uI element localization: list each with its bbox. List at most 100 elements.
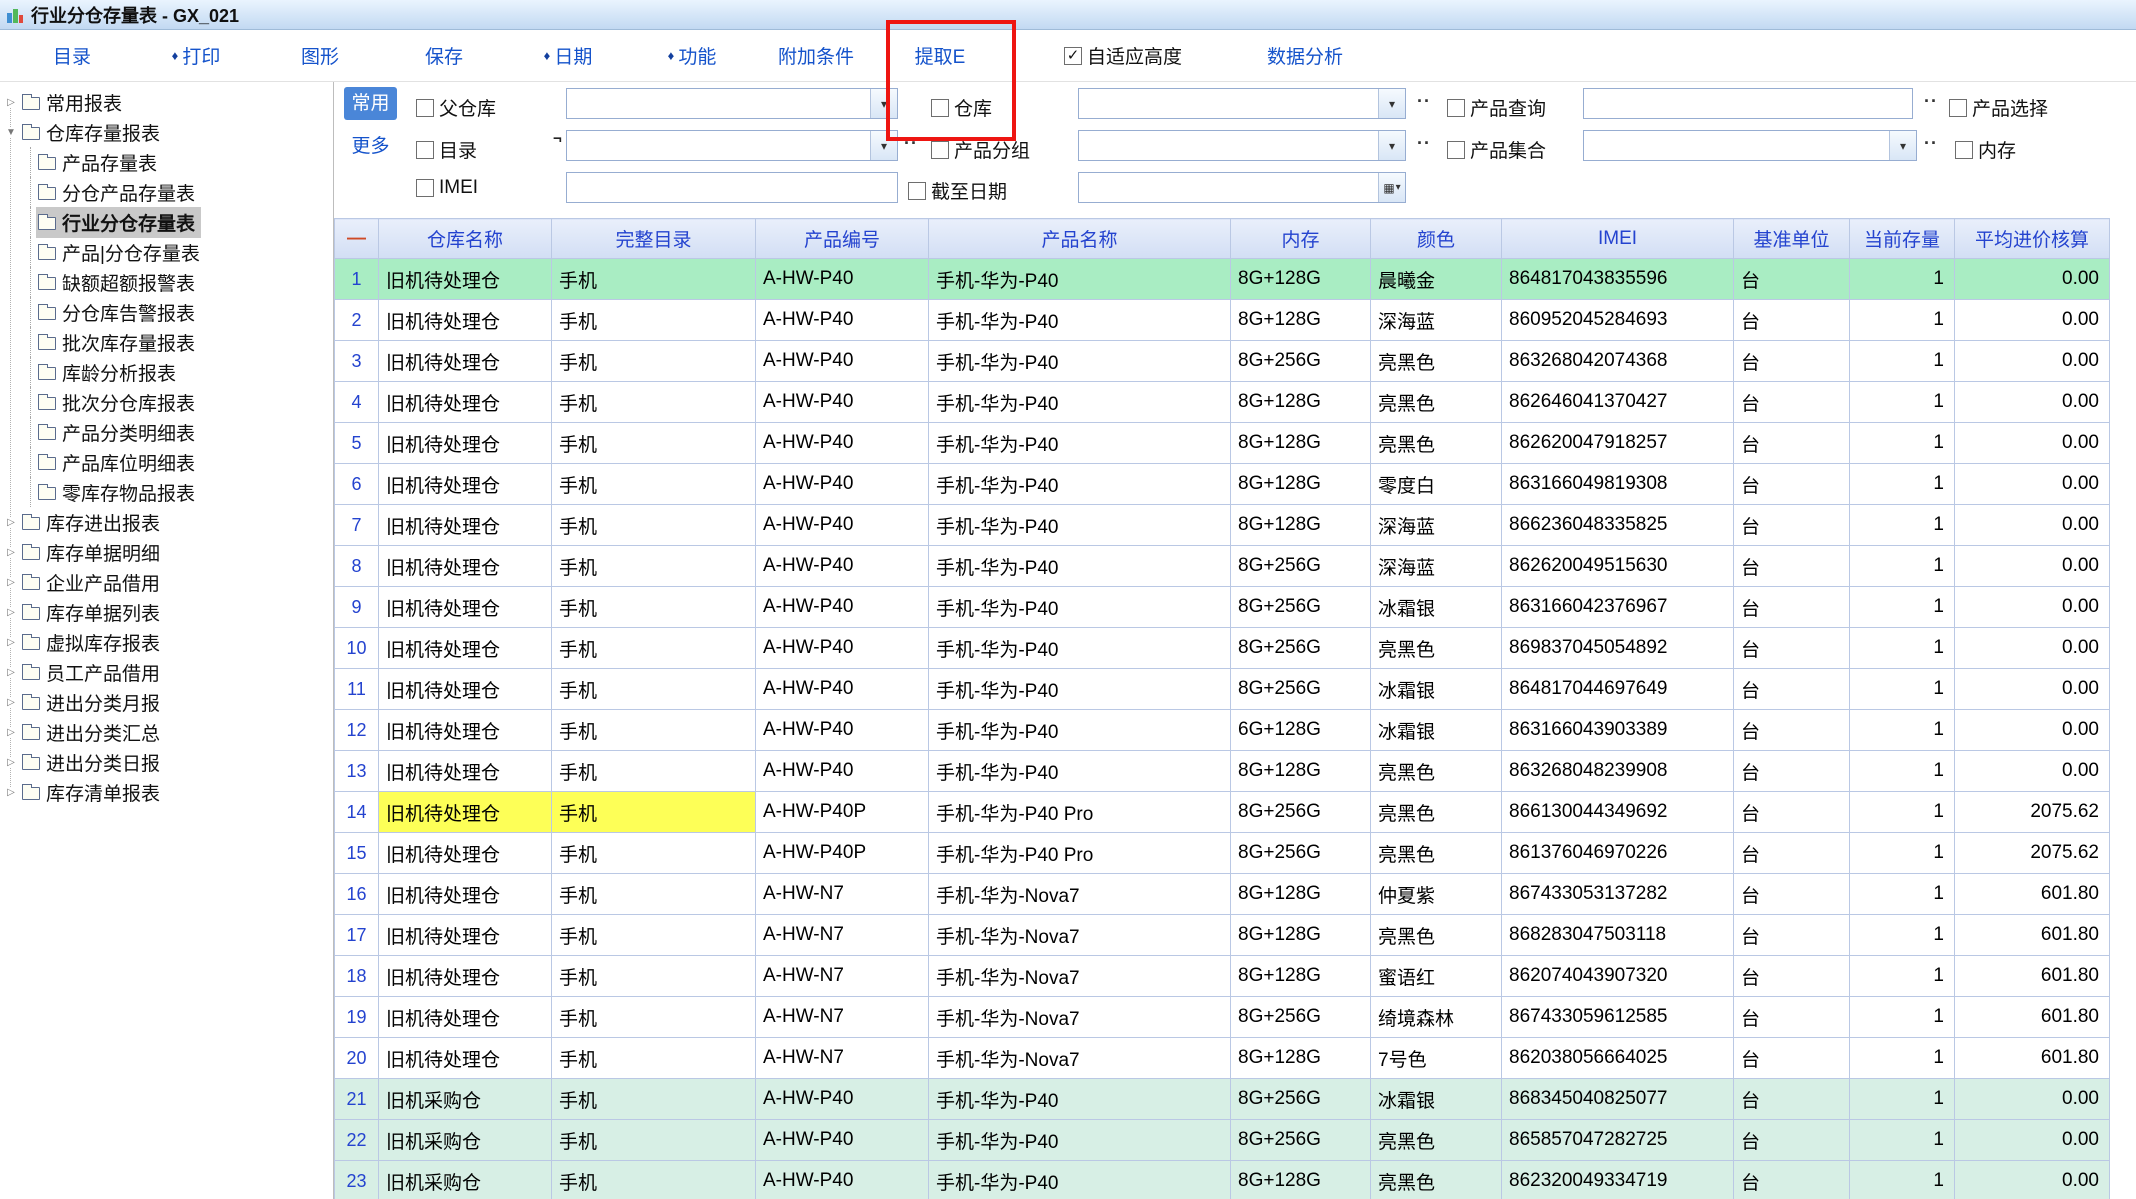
- sidebar-item[interactable]: ▷企业产品借用: [0, 567, 333, 597]
- expand-closed-icon[interactable]: ▷: [2, 517, 20, 528]
- toolbar-functions[interactable]: ♦功能: [636, 42, 748, 69]
- table-row[interactable]: 6旧机待处理仓手机A-HW-P40手机-华为-P408G+128G零度白8631…: [335, 464, 2110, 505]
- expand-closed-icon[interactable]: ▷: [2, 727, 20, 738]
- sidebar-item[interactable]: 库龄分析报表: [0, 357, 333, 387]
- sidebar-item[interactable]: 产品存量表: [0, 147, 333, 177]
- table-row[interactable]: 8旧机待处理仓手机A-HW-P40手机-华为-P408G+256G深海蓝8626…: [335, 546, 2110, 587]
- sidebar-item[interactable]: 产品|分仓存量表: [0, 237, 333, 267]
- expand-closed-icon[interactable]: ▷: [2, 577, 20, 588]
- sidebar-item[interactable]: 分仓产品存量表: [0, 177, 333, 207]
- end-date-checkbox[interactable]: 截至日期: [908, 177, 1007, 204]
- catalog-combo[interactable]: ▾: [566, 130, 898, 161]
- imei-checkbox[interactable]: IMEI: [416, 177, 478, 199]
- sidebar-item[interactable]: 产品分类明细表: [0, 417, 333, 447]
- sidebar-item[interactable]: 产品库位明细表: [0, 447, 333, 477]
- toolbar-data-analysis[interactable]: 数据分析: [1267, 42, 1343, 69]
- table-row[interactable]: 18旧机待处理仓手机A-HW-N7手机-华为-Nova78G+128G蜜语红86…: [335, 956, 2110, 997]
- col-header-row-number[interactable]: —: [335, 219, 379, 259]
- table-row[interactable]: 20旧机待处理仓手机A-HW-N7手机-华为-Nova78G+128G7号色86…: [335, 1038, 2110, 1079]
- memory-checkbox[interactable]: 内存: [1955, 136, 2016, 163]
- table-row[interactable]: 9旧机待处理仓手机A-HW-P40手机-华为-P408G+256G冰霜银8631…: [335, 587, 2110, 628]
- more-tab-button[interactable]: 更多: [344, 130, 397, 163]
- sidebar-item[interactable]: ▷进出分类月报: [0, 687, 333, 717]
- col-header-base-unit[interactable]: 基准单位: [1734, 219, 1850, 259]
- col-header-memory[interactable]: 内存: [1231, 219, 1371, 259]
- product-group-checkbox[interactable]: 产品分组: [931, 136, 1030, 163]
- catalog-checkbox[interactable]: 目录: [416, 136, 477, 163]
- table-row[interactable]: 12旧机待处理仓手机A-HW-P40手机-华为-P406G+128G冰霜银863…: [335, 710, 2110, 751]
- table-row[interactable]: 17旧机待处理仓手机A-HW-N7手机-华为-Nova78G+128G亮黑色86…: [335, 915, 2110, 956]
- common-tab-button[interactable]: 常用: [344, 87, 397, 120]
- table-row[interactable]: 4旧机待处理仓手机A-HW-P40手机-华为-P408G+128G亮黑色8626…: [335, 382, 2110, 423]
- toolbar-graph[interactable]: 图形: [264, 42, 376, 69]
- expand-closed-icon[interactable]: ▷: [2, 787, 20, 798]
- expand-closed-icon[interactable]: ▷: [2, 637, 20, 648]
- toolbar-extract[interactable]: 提取E: [884, 42, 996, 69]
- table-row[interactable]: 14旧机待处理仓手机A-HW-P40P手机-华为-P40 Pro8G+256G亮…: [335, 792, 2110, 833]
- table-row[interactable]: 2旧机待处理仓手机A-HW-P40手机-华为-P408G+128G深海蓝8609…: [335, 300, 2110, 341]
- sidebar-item[interactable]: ▼仓库存量报表: [0, 117, 333, 147]
- sidebar-item[interactable]: ▷进出分类汇总: [0, 717, 333, 747]
- expand-closed-icon[interactable]: ▷: [2, 667, 20, 678]
- product-query-checkbox[interactable]: 产品查询: [1447, 94, 1546, 121]
- col-header-color[interactable]: 颜色: [1371, 219, 1502, 259]
- table-row[interactable]: 15旧机待处理仓手机A-HW-P40P手机-华为-P40 Pro8G+256G亮…: [335, 833, 2110, 874]
- table-row[interactable]: 3旧机待处理仓手机A-HW-P40手机-华为-P408G+256G亮黑色8632…: [335, 341, 2110, 382]
- sidebar-item[interactable]: ▷进出分类日报: [0, 747, 333, 777]
- table-row[interactable]: 19旧机待处理仓手机A-HW-N7手机-华为-Nova78G+256G绮境森林8…: [335, 997, 2110, 1038]
- col-header-product-name[interactable]: 产品名称: [929, 219, 1231, 259]
- sidebar-item[interactable]: ▷库存单据列表: [0, 597, 333, 627]
- table-row[interactable]: 16旧机待处理仓手机A-HW-N7手机-华为-Nova78G+128G仲夏紫86…: [335, 874, 2110, 915]
- sidebar-item[interactable]: 批次分仓库报表: [0, 387, 333, 417]
- table-row[interactable]: 10旧机待处理仓手机A-HW-P40手机-华为-P408G+256G亮黑色869…: [335, 628, 2110, 669]
- parent-warehouse-combo[interactable]: ▾: [566, 88, 898, 119]
- toolbar-date[interactable]: ♦日期: [512, 42, 624, 69]
- table-row[interactable]: 1旧机待处理仓手机A-HW-P40手机-华为-P408G+128G晨曦金8648…: [335, 259, 2110, 300]
- expand-closed-icon[interactable]: ▷: [2, 607, 20, 618]
- table-row[interactable]: 13旧机待处理仓手机A-HW-P40手机-华为-P408G+128G亮黑色863…: [335, 751, 2110, 792]
- sidebar-item[interactable]: 分仓库告警报表: [0, 297, 333, 327]
- date-picker-button[interactable]: ▦▾: [1378, 173, 1405, 202]
- col-header-full-catalog[interactable]: 完整目录: [552, 219, 756, 259]
- expand-closed-icon[interactable]: ▷: [2, 97, 20, 108]
- sidebar-item[interactable]: ▷库存进出报表: [0, 507, 333, 537]
- expand-closed-icon[interactable]: ▷: [2, 547, 20, 558]
- table-row[interactable]: 7旧机待处理仓手机A-HW-P40手机-华为-P408G+128G深海蓝8662…: [335, 505, 2110, 546]
- toolbar-save[interactable]: 保存: [388, 42, 500, 69]
- expand-closed-icon[interactable]: ▷: [2, 697, 20, 708]
- col-header-imei[interactable]: IMEI: [1502, 219, 1734, 259]
- warehouse-checkbox[interactable]: 仓库: [931, 94, 992, 121]
- table-row[interactable]: 22旧机采购仓手机A-HW-P40手机-华为-P408G+256G亮黑色8658…: [335, 1120, 2110, 1161]
- col-header-avg-cost[interactable]: 平均进价核算: [1955, 219, 2110, 259]
- toolbar-print[interactable]: ♦打印: [140, 42, 252, 69]
- table-row[interactable]: 5旧机待处理仓手机A-HW-P40手机-华为-P408G+128G亮黑色8626…: [335, 423, 2110, 464]
- sidebar-item[interactable]: 批次库存量报表: [0, 327, 333, 357]
- auto-height-checkbox[interactable]: ✓ 自适应高度: [1064, 42, 1182, 69]
- imei-input[interactable]: [566, 172, 898, 203]
- table-row[interactable]: 11旧机待处理仓手机A-HW-P40手机-华为-P408G+256G冰霜银864…: [335, 669, 2110, 710]
- product-set-checkbox[interactable]: 产品集合: [1447, 136, 1546, 163]
- end-date-picker[interactable]: ▦▾: [1078, 172, 1406, 203]
- col-header-current-stock[interactable]: 当前存量: [1850, 219, 1955, 259]
- toolbar-catalog[interactable]: 目录: [16, 42, 128, 69]
- toolbar-extra-conditions[interactable]: 附加条件: [760, 42, 872, 69]
- sidebar-item[interactable]: 零库存物品报表: [0, 477, 333, 507]
- sidebar-item[interactable]: ▷员工产品借用: [0, 657, 333, 687]
- col-header-warehouse-name[interactable]: 仓库名称: [379, 219, 552, 259]
- product-select-checkbox[interactable]: 产品选择: [1949, 94, 2048, 121]
- warehouse-combo[interactable]: ▾: [1078, 88, 1406, 119]
- product-query-input[interactable]: [1583, 88, 1913, 119]
- expand-open-icon[interactable]: ▼: [2, 127, 20, 138]
- parent-warehouse-checkbox[interactable]: 父仓库: [416, 94, 496, 121]
- table-row[interactable]: 21旧机采购仓手机A-HW-P40手机-华为-P408G+256G冰霜银8683…: [335, 1079, 2110, 1120]
- col-header-product-code[interactable]: 产品编号: [756, 219, 929, 259]
- sidebar-item[interactable]: ▷虚拟库存报表: [0, 627, 333, 657]
- product-group-combo[interactable]: ▾: [1078, 130, 1406, 161]
- sidebar-item[interactable]: ▷库存单据明细: [0, 537, 333, 567]
- sidebar-item[interactable]: ▷常用报表: [0, 87, 333, 117]
- product-set-combo[interactable]: ▾: [1583, 130, 1917, 161]
- sidebar-item[interactable]: ▷库存清单报表: [0, 777, 333, 807]
- table-row[interactable]: 23旧机采购仓手机A-HW-P40手机-华为-P408G+128G亮黑色8623…: [335, 1161, 2110, 1199]
- sidebar-item[interactable]: 行业分仓存量表: [0, 207, 333, 237]
- sidebar-item[interactable]: 缺额超额报警表: [0, 267, 333, 297]
